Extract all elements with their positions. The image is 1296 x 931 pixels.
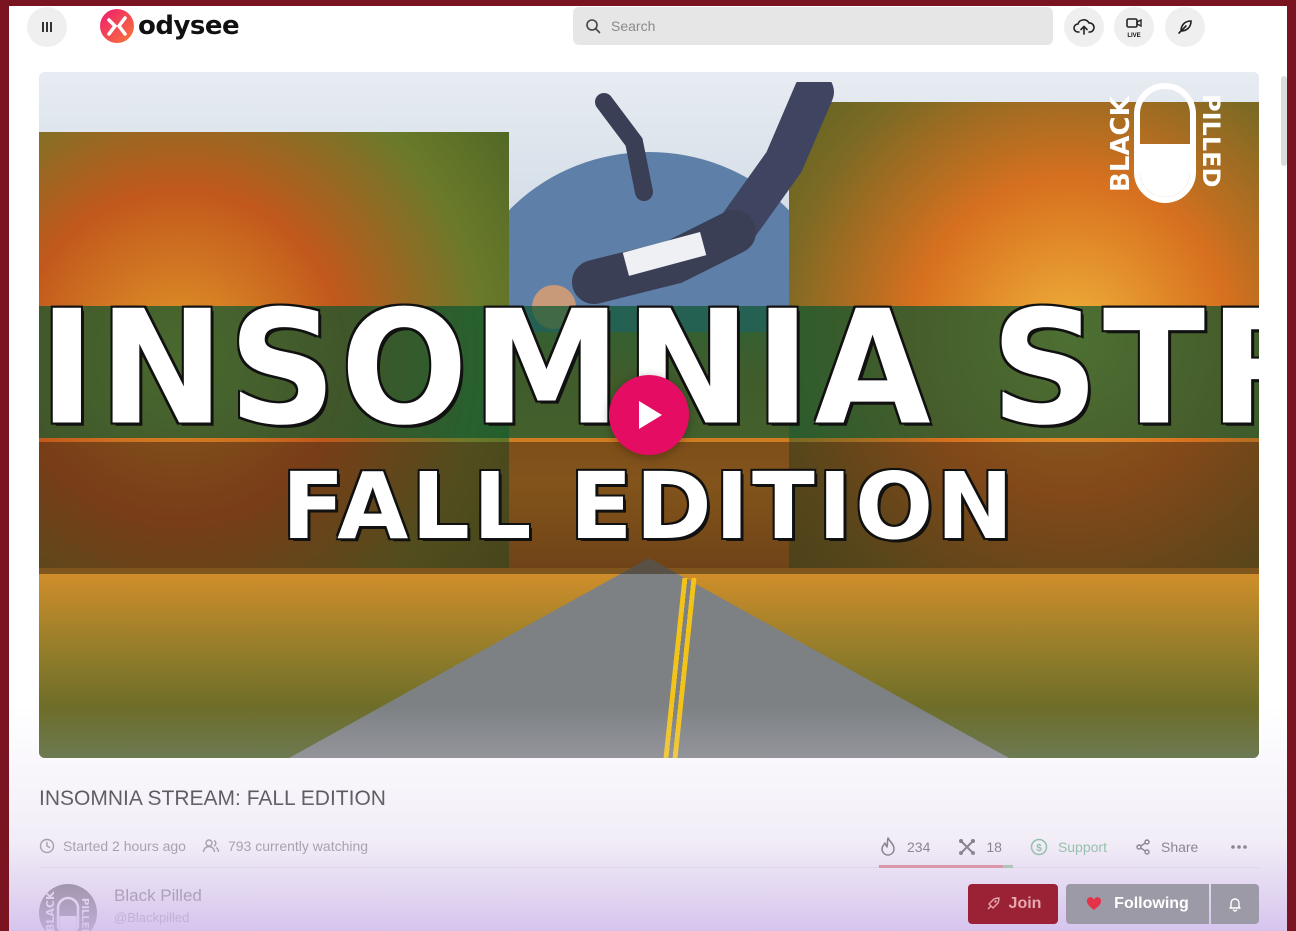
channel-avatar[interactable]: BLACK PILLED: [39, 884, 97, 931]
support-label: Support: [1057, 839, 1107, 855]
thumbnail-road: [289, 558, 1009, 758]
following-label: Following: [1114, 895, 1189, 912]
scrollbar[interactable]: [1281, 76, 1287, 166]
logo-text: odysee: [138, 11, 240, 41]
avatar-text-left: BLACK: [44, 891, 57, 931]
go-live-button[interactable]: LIVE: [1114, 7, 1154, 47]
top-bar: odysee LIVE: [9, 6, 1287, 66]
started-text: Started 2 hours ago: [63, 838, 186, 854]
menu-icon: [42, 22, 52, 32]
slime-ratio-segment: [1003, 865, 1013, 868]
clock-icon: [39, 838, 55, 854]
search-input[interactable]: [611, 18, 1031, 34]
join-button[interactable]: Join: [968, 884, 1058, 924]
badge-text-right: PILLED: [1197, 94, 1225, 187]
black-pilled-avatar-icon: BLACK PILLED: [44, 891, 90, 931]
app-window: odysee LIVE: [9, 6, 1287, 931]
odysee-logo[interactable]: odysee: [99, 8, 240, 44]
publish-post-button[interactable]: [1165, 7, 1205, 47]
support-button[interactable]: $ Support: [1030, 838, 1107, 856]
more-options-button[interactable]: [1230, 844, 1258, 850]
slime-count: 18: [986, 839, 1002, 855]
rocket-icon: [987, 897, 1000, 910]
started-time: Started 2 hours ago: [39, 838, 186, 854]
more-dots-icon: [1231, 845, 1248, 849]
share-icon: [1136, 839, 1150, 855]
stream-meta: Started 2 hours ago 793 currently watchi…: [39, 834, 384, 858]
search-bar[interactable]: [573, 7, 1053, 45]
black-pilled-badge: BLACK PILLED: [1106, 83, 1225, 203]
reaction-ratio-bar: [879, 865, 1013, 868]
watching-text: 793 currently watching: [227, 838, 369, 854]
fire-count: 234: [907, 839, 931, 855]
svg-text:$: $: [1036, 843, 1042, 854]
channel-handle[interactable]: @Blackpilled: [114, 910, 189, 925]
channel-name[interactable]: Black Pilled: [114, 886, 202, 906]
search-icon: [586, 19, 601, 34]
dollar-coin-icon: $: [1030, 838, 1048, 856]
notifications-button[interactable]: [1211, 884, 1259, 924]
feather-pen-icon: [1178, 20, 1192, 34]
upload-button[interactable]: [1064, 7, 1104, 47]
share-button[interactable]: Share: [1135, 839, 1198, 855]
share-label: Share: [1160, 839, 1199, 855]
video-camera-icon: [1126, 18, 1142, 28]
divider: [39, 867, 1259, 868]
slime-reaction-button[interactable]: 18: [958, 838, 1002, 856]
stream-title: INSOMNIA STREAM: FALL EDITION: [39, 787, 386, 810]
avatar-text-right: PILLED: [79, 898, 90, 931]
action-bar: 234 18 $ Support Share: [879, 832, 1286, 862]
thumbnail-subtitle: FALL EDITION: [281, 453, 1017, 560]
video-player[interactable]: INSOMNIA STREAM FALL EDITION BLACK PILLE…: [39, 72, 1259, 758]
bell-icon: [1229, 898, 1241, 912]
viewer-count: 793 currently watching: [202, 838, 368, 854]
fire-ratio-segment: [879, 865, 1004, 868]
menu-button[interactable]: [27, 7, 67, 47]
live-label: LIVE: [1127, 33, 1141, 39]
fire-reaction-button[interactable]: 234: [879, 837, 930, 857]
play-button[interactable]: [609, 375, 689, 455]
following-button[interactable]: Following: [1066, 884, 1209, 924]
heart-icon: [1087, 897, 1102, 910]
users-icon: [202, 839, 220, 853]
odysee-logo-icon: [100, 9, 134, 43]
join-label: Join: [1008, 895, 1042, 912]
badge-text-left: BLACK: [1106, 95, 1136, 192]
cloud-upload-icon: [1073, 19, 1095, 35]
play-icon: [639, 401, 662, 429]
fire-icon: [881, 837, 895, 856]
slime-icon: [959, 839, 976, 855]
